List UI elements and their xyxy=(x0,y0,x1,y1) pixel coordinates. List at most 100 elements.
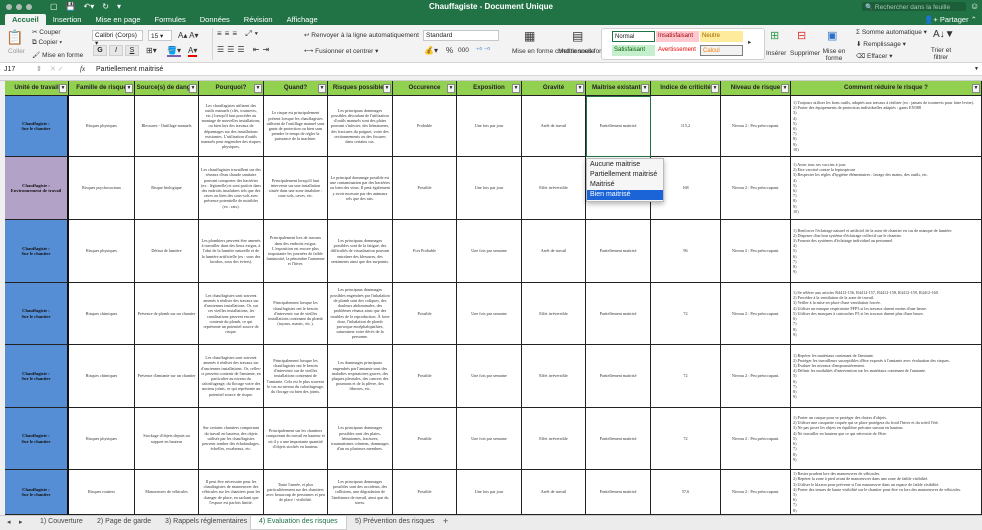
maitrise-cell[interactable]: Partiellement maitrisé xyxy=(586,220,651,283)
famille-cell[interactable]: Risques physiques xyxy=(69,408,135,470)
filter-dropdown-icon[interactable]: ▼ xyxy=(711,84,719,93)
filter-dropdown-icon[interactable]: ▼ xyxy=(125,84,133,93)
insert-button[interactable]: Insérer xyxy=(766,50,786,57)
famille-cell[interactable]: Risques chimiques xyxy=(69,283,135,345)
tab-accueil[interactable]: Accueil xyxy=(5,14,46,25)
risques-cell[interactable]: Les principaux dommages possibles sont d… xyxy=(328,408,393,470)
sort-filter-button[interactable]: Trier et filtrer xyxy=(930,47,952,61)
filter-dropdown-icon[interactable]: ▼ xyxy=(318,84,326,93)
bold-button[interactable]: G xyxy=(93,45,107,56)
gravite-cell[interactable]: Arrêt de travail xyxy=(522,220,586,283)
share-button[interactable]: 👤+ Partager ⌃ xyxy=(924,15,977,24)
pourquoi-cell[interactable]: Les chauffagistes sont souvent amenés à … xyxy=(199,283,264,345)
gravite-cell[interactable]: Effet irréversible xyxy=(522,157,586,220)
gravite-cell[interactable]: Effet irréversible xyxy=(522,345,586,408)
style-insatisfaisant[interactable]: Insatisfaisant xyxy=(656,31,699,42)
style-satisfaisant[interactable]: Satisfaisant xyxy=(612,45,655,56)
maitrise-cell[interactable]: Partiellement maitrisé xyxy=(586,470,651,515)
filter-dropdown-icon[interactable]: ▼ xyxy=(576,84,584,93)
comment-cell[interactable]: 1) Avoir tous ses vaccins à jour. 2) Etr… xyxy=(791,157,982,220)
quand-cell[interactable]: Principalement lorsque les chauffagistes… xyxy=(264,345,328,408)
wrap-text-button[interactable]: ↩ Renvoyer à la ligne automatiquement xyxy=(304,31,419,39)
pourquoi-cell[interactable]: Il peut être nécessaire pour les chauffa… xyxy=(199,470,264,515)
pourquoi-cell[interactable]: Les chauffagistes sont souvent amenés à … xyxy=(199,345,264,408)
cancel-check-icons[interactable]: ✕ ✓ xyxy=(50,65,64,73)
occurrence-cell[interactable]: Possible xyxy=(393,345,457,408)
formula-input[interactable]: Partiellement maitrisé xyxy=(96,66,163,73)
quand-cell[interactable]: Principalement lorsque les chauffagistes… xyxy=(264,283,328,345)
niveau-cell[interactable]: Niveau 2 : Peu préoccupant. xyxy=(721,408,791,470)
percent-button[interactable]: % xyxy=(446,46,453,55)
gravite-cell[interactable]: Arrêt de travail xyxy=(522,470,586,515)
exposition-cell[interactable]: Une fois par semaine xyxy=(457,283,522,345)
source-cell[interactable]: Présence de plomb sur un chantier xyxy=(135,283,199,345)
name-box[interactable]: J17 xyxy=(4,66,15,73)
fill-color-button[interactable]: 🪣▾ xyxy=(167,46,181,57)
indice-cell[interactable]: 72 xyxy=(651,345,721,408)
risques-cell[interactable]: Le principal dommage possible est une co… xyxy=(328,157,393,220)
famille-cell[interactable]: Risques chimiques xyxy=(69,345,135,408)
style-avertissement[interactable]: Avertissement xyxy=(656,45,699,56)
niveau-cell[interactable]: Niveau 2 : Peu préoccupant. xyxy=(721,345,791,408)
risques-cell[interactable]: Les principaux dommages possibles sont d… xyxy=(328,470,393,515)
niveau-cell[interactable]: Niveau 2 : Peu préoccupant. xyxy=(721,220,791,283)
unit-cell[interactable]: Chauffagiste : Sur le chantier xyxy=(5,345,69,408)
pourquoi-cell[interactable]: Les chauffagistes travaillent sur des ré… xyxy=(199,157,264,220)
exposition-cell[interactable]: Une fois par semaine xyxy=(457,408,522,470)
quand-cell[interactable]: Principalement lorsqu'il faut intervenir… xyxy=(264,157,328,220)
decimal-buttons[interactable]: ⁺⁰ ⁻⁰ xyxy=(476,46,490,54)
source-cell[interactable]: Risque biologique xyxy=(135,157,199,220)
risques-cell[interactable]: Les principaux dommages possibles découl… xyxy=(328,96,393,157)
thousands-button[interactable]: 000 xyxy=(458,47,469,54)
dropdown-option[interactable]: Aucune maitrise xyxy=(587,160,663,170)
source-cell[interactable]: Blessures - Outillage manuels xyxy=(135,96,199,157)
sheet-tab-prevention[interactable]: 5) Prévention des risques xyxy=(355,518,434,525)
sheet-tab-page-de-garde[interactable]: 2) Page de garde xyxy=(97,518,151,525)
niveau-cell[interactable]: Niveau 2 : Peu préoccupant. xyxy=(721,283,791,345)
unit-cell[interactable]: Chauffagiste : Sur le chantier xyxy=(5,408,69,470)
paste-button[interactable]: Coller xyxy=(8,48,25,55)
tab-mise-en-page[interactable]: Mise en page xyxy=(88,14,147,25)
famille-cell[interactable]: Risques physiques xyxy=(69,96,135,157)
filter-dropdown-icon[interactable]: ▼ xyxy=(512,84,520,93)
exposition-cell[interactable]: Une fois par jour xyxy=(457,157,522,220)
occurrence-cell[interactable]: Possible xyxy=(393,470,457,515)
indice-cell[interactable]: 115,2 xyxy=(651,96,721,157)
dropdown-option[interactable]: Maitrisé xyxy=(587,180,663,190)
exposition-cell[interactable]: Une fois par semaine xyxy=(457,220,522,283)
fx-icon[interactable]: fx xyxy=(80,65,85,73)
maitrise-cell[interactable]: ▼Partiellement maitrisé xyxy=(586,96,661,167)
filter-dropdown-icon[interactable]: ▼ xyxy=(447,84,455,93)
name-box-stepper[interactable]: ⇕ xyxy=(36,65,42,73)
quand-cell[interactable]: Principalement lors de travaux dans des … xyxy=(264,220,328,283)
underline-button[interactable]: S xyxy=(125,45,139,56)
copy-button[interactable]: ⧉ Copier ▾ xyxy=(32,39,62,47)
pourquoi-cell[interactable]: Sur certains chantiers comportant du tra… xyxy=(199,408,264,470)
maitrise-cell[interactable]: Partiellement maitrisé xyxy=(586,408,651,470)
unit-cell[interactable]: Chauffagiste : Sur le chantier xyxy=(5,470,69,515)
risques-cell[interactable]: Les principaux dommages possibles engend… xyxy=(328,283,393,345)
vertical-align-icons[interactable]: ≡≡≡ ⤢▾ xyxy=(217,29,261,39)
dropdown-option-highlighted[interactable]: Bien maitrisé xyxy=(587,190,663,200)
font-name-select[interactable]: Calibri (Corps) ▾ xyxy=(92,30,143,47)
feedback-icon[interactable]: ☺ xyxy=(970,1,979,11)
unit-cell[interactable]: Chauffagiste : Environnement de travail xyxy=(5,157,69,220)
expand-formula-icon[interactable]: ▼ xyxy=(974,66,979,72)
indice-cell[interactable]: 72 xyxy=(651,408,721,470)
autosum-button[interactable]: Σ Somme automatique ▾ xyxy=(856,28,927,36)
exposition-cell[interactable]: Une fois par semaine xyxy=(457,345,522,408)
style-calcul[interactable]: Calcul xyxy=(700,45,743,56)
risques-cell[interactable]: Les dommages principaux engendrés par l'… xyxy=(328,345,393,408)
cut-button[interactable]: ✂ Couper xyxy=(32,28,61,36)
format-painter-button[interactable]: 🖌 Mise en forme xyxy=(32,51,83,59)
sheet-tab-evaluation[interactable]: 4) Evaluation des risques xyxy=(250,516,347,530)
tab-donnees[interactable]: Données xyxy=(193,14,237,25)
format-button[interactable]: Mise en forme xyxy=(822,48,846,62)
font-grow-button[interactable]: A▴ A▾ xyxy=(178,31,198,40)
tab-affichage[interactable]: Affichage xyxy=(280,14,325,25)
merge-center-button[interactable]: ⟷ Fusionner et centrer ▾ xyxy=(304,47,378,55)
filter-dropdown-icon[interactable]: ▼ xyxy=(59,84,67,93)
comment-cell[interactable]: 1) Renforcer l'éclairage naturel et arti… xyxy=(791,220,982,283)
search-input[interactable]: 🔍 Rechercher dans la feuille xyxy=(862,2,966,11)
gravite-cell[interactable]: Effet irréversible xyxy=(522,408,586,470)
